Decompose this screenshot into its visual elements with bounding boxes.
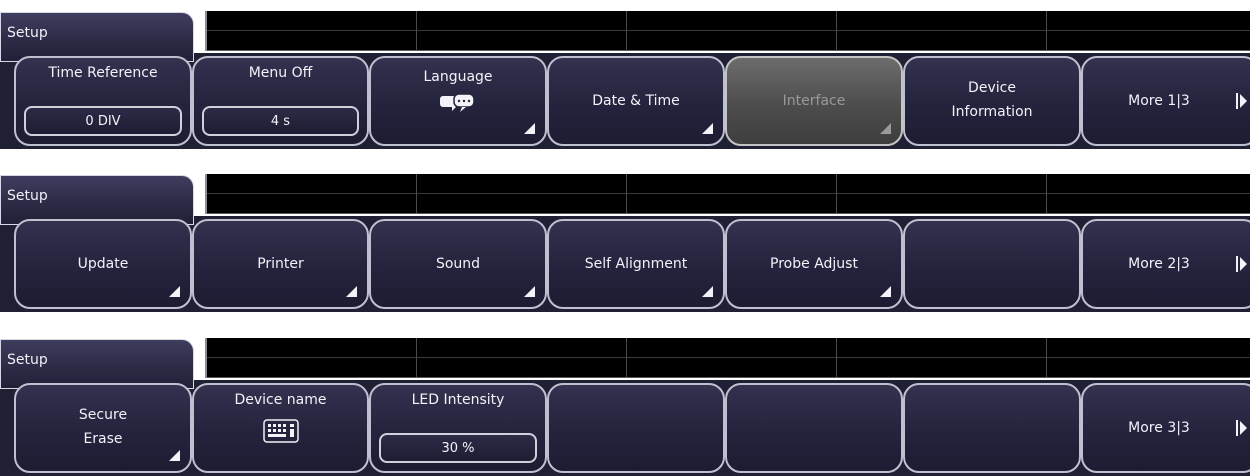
empty-softkey[interactable]: [547, 383, 725, 473]
next-page-arrow-icon: [1240, 421, 1247, 435]
setup-menu-page-2: Setup Update Printer Sound Self Alignmen…: [0, 165, 1250, 312]
tab-label: Setup: [7, 352, 48, 368]
update-button[interactable]: Update: [14, 219, 192, 309]
submenu-indicator-icon: [524, 286, 535, 297]
button-label: Interface: [782, 93, 846, 109]
button-label: More 2|3: [1128, 256, 1190, 272]
label-line-1: Secure: [78, 407, 128, 423]
led-intensity-value[interactable]: 30 %: [379, 433, 537, 463]
setup-tab[interactable]: Setup: [0, 175, 194, 225]
empty-softkey[interactable]: [903, 383, 1081, 473]
button-label: Sound: [435, 256, 481, 272]
submenu-indicator-icon: [346, 286, 357, 297]
language-button[interactable]: Language: [369, 56, 547, 146]
self-alignment-button[interactable]: Self Alignment: [547, 219, 725, 309]
label-line-2: Information: [951, 104, 1033, 120]
menu-off-button[interactable]: Menu Off 4 s: [192, 56, 369, 146]
button-label: Device Information: [905, 76, 1079, 124]
device-information-button[interactable]: Device Information: [903, 56, 1081, 146]
button-label: Probe Adjust: [770, 256, 858, 272]
button-label: Self Alignment: [584, 256, 688, 272]
button-label: Update: [77, 256, 129, 272]
submenu-indicator-icon: [169, 450, 180, 461]
printer-button[interactable]: Printer: [192, 219, 369, 309]
submenu-indicator-icon: [880, 286, 891, 297]
waveform-display-strip: [205, 11, 1250, 51]
submenu-indicator-icon: [524, 123, 535, 134]
page-bar-icon: [1236, 93, 1238, 109]
time-reference-button[interactable]: Time Reference 0 DIV: [14, 56, 192, 146]
secure-erase-button[interactable]: Secure Erase: [14, 383, 192, 473]
led-intensity-button[interactable]: LED Intensity 30 %: [369, 383, 547, 473]
button-label: Menu Off: [248, 65, 313, 81]
button-label: Time Reference: [48, 65, 158, 81]
submenu-indicator-icon: [702, 123, 713, 134]
setup-menu-page-1: Setup Time Reference 0 DIV Menu Off 4 s …: [0, 2, 1250, 149]
waveform-display-strip: [205, 338, 1250, 378]
more-button[interactable]: More 3|3: [1081, 383, 1250, 473]
interface-button[interactable]: Interface: [725, 56, 903, 146]
button-label: More 1|3: [1128, 93, 1190, 109]
tab-label: Setup: [7, 188, 48, 204]
label-line-2: Erase: [83, 431, 123, 447]
setup-menu-page-3: Setup Secure Erase Device name LED Inten…: [0, 329, 1250, 476]
setup-tab[interactable]: Setup: [0, 339, 194, 389]
page-bar-icon: [1236, 420, 1238, 436]
submenu-indicator-icon: [880, 123, 891, 134]
button-label: LED Intensity: [411, 392, 505, 408]
button-label: Secure Erase: [16, 403, 190, 451]
date-time-button[interactable]: Date & Time: [547, 56, 725, 146]
page-bar-icon: [1236, 256, 1238, 272]
label-line-1: Device: [968, 80, 1016, 96]
submenu-indicator-icon: [702, 286, 713, 297]
button-label: More 3|3: [1128, 420, 1190, 436]
menu-off-value[interactable]: 4 s: [202, 106, 359, 136]
waveform-display-strip: [205, 174, 1250, 214]
more-button[interactable]: More 1|3: [1081, 56, 1250, 146]
empty-softkey[interactable]: [725, 383, 903, 473]
speech-bubbles-icon: [371, 92, 545, 116]
setup-tab[interactable]: Setup: [0, 12, 194, 62]
device-name-button[interactable]: Device name: [192, 383, 369, 473]
button-label: Device name: [234, 392, 327, 408]
keyboard-icon: [194, 419, 367, 443]
next-page-arrow-icon: [1240, 94, 1247, 108]
empty-softkey[interactable]: [903, 219, 1081, 309]
more-button[interactable]: More 2|3: [1081, 219, 1250, 309]
tab-label: Setup: [7, 25, 48, 41]
submenu-indicator-icon: [169, 286, 180, 297]
probe-adjust-button[interactable]: Probe Adjust: [725, 219, 903, 309]
time-reference-value[interactable]: 0 DIV: [24, 106, 182, 136]
sound-button[interactable]: Sound: [369, 219, 547, 309]
next-page-arrow-icon: [1240, 257, 1247, 271]
button-label: Printer: [257, 256, 304, 272]
button-label: Language: [423, 69, 493, 85]
button-label: Date & Time: [592, 93, 680, 109]
